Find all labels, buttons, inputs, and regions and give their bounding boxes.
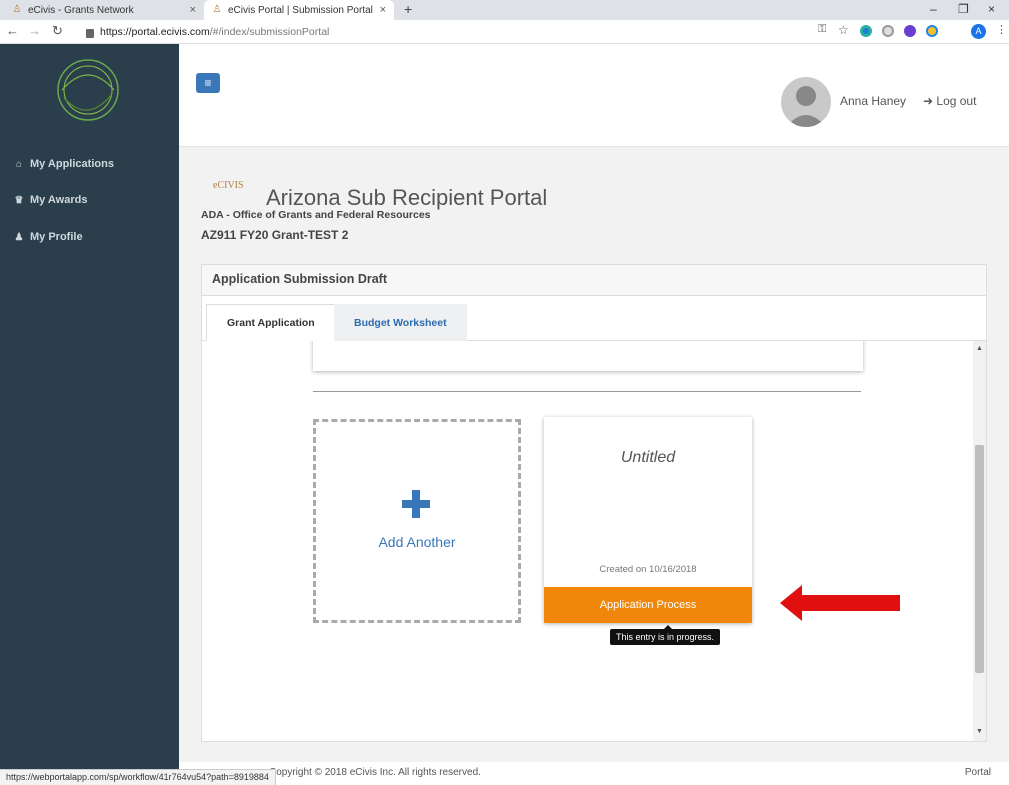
bookmark-star-icon[interactable]: ☆ — [838, 23, 849, 37]
browser-status-url: https://webportalapp.com/sp/workflow/41r… — [0, 769, 276, 785]
sidebar-item-my-profile[interactable]: ♟ My Profile — [14, 229, 83, 245]
top-bar: ≡ Anna Haney ➜ Log out — [179, 44, 1009, 146]
browser-tab-bar: ♙ eCivis - Grants Network × ♙ eCivis Por… — [0, 0, 1009, 20]
logout-link[interactable]: ➜ Log out — [923, 94, 976, 108]
extension-icon[interactable] — [904, 25, 916, 37]
organization-name: ADA - Office of Grants and Federal Resou… — [201, 209, 431, 221]
forward-arrow-icon[interactable]: → — [28, 23, 41, 38]
browser-tab-submission-portal[interactable]: ♙ eCivis Portal | Submission Portal × — [204, 0, 394, 20]
ecivis-logo-icon — [57, 59, 119, 121]
sidebar: ⌂ My Applications ♛ My Awards ♟ My Profi… — [0, 44, 179, 785]
hamburger-icon: ≡ — [204, 76, 212, 90]
key-icon[interactable]: ⚿ — [818, 23, 826, 36]
copyright-text: Copyright © 2018 eCivis Inc. All rights … — [269, 767, 481, 778]
url-path: /#/index/submissionPortal — [209, 26, 330, 38]
user-icon: ♟ — [14, 231, 24, 243]
window-close-icon[interactable]: × — [988, 2, 995, 16]
scroll-area: Add Another Untitled Created on 10/16/20… — [202, 341, 986, 741]
footer-portal-text: Portal — [964, 767, 991, 778]
add-another-label: Add Another — [378, 534, 456, 550]
logout-icon: ➜ — [923, 94, 937, 108]
user-name: Anna Haney — [840, 94, 907, 108]
tab-close-icon[interactable]: × — [380, 4, 386, 16]
submission-panel: Application Submission Draft Grant Appli… — [201, 264, 987, 742]
url-field[interactable]: https://portal.ecivis.com/#/index/submis… — [86, 22, 836, 42]
footer: Copyright © 2018 eCivis Inc. All rights … — [179, 762, 1009, 785]
tab-budget-worksheet[interactable]: Budget Worksheet — [334, 304, 467, 341]
back-arrow-icon[interactable]: ← — [6, 23, 19, 38]
application-process-button[interactable]: Application Process — [544, 587, 752, 623]
tab-close-icon[interactable]: × — [190, 4, 196, 16]
home-icon: ⌂ — [15, 158, 23, 170]
divider — [313, 391, 861, 392]
extension-icon[interactable] — [926, 25, 938, 37]
profile-avatar[interactable]: A — [971, 24, 986, 39]
extension-icon[interactable] — [860, 25, 872, 37]
sidebar-item-label: My Applications — [30, 158, 114, 170]
new-tab-button[interactable]: + — [404, 1, 412, 17]
page-title: Arizona Sub Recipient Portal — [266, 185, 548, 210]
previous-card — [313, 341, 863, 371]
url-host: https://portal.ecivis.com — [100, 26, 210, 38]
maximize-icon[interactable]: ❐ — [958, 2, 969, 16]
extension-icon[interactable] — [882, 25, 894, 37]
scroll-down-icon[interactable]: ▼ — [976, 728, 983, 735]
menu-toggle-button[interactable]: ≡ — [196, 73, 220, 93]
entry-created-date: Created on 10/16/2018 — [599, 564, 697, 575]
browser-menu-icon[interactable]: ⋮ — [996, 23, 1007, 36]
scrollbar-thumb[interactable] — [975, 445, 984, 673]
add-another-card[interactable]: Add Another — [313, 419, 521, 623]
entry-title: Untitled — [620, 449, 676, 466]
user-silhouette-icon — [786, 86, 826, 127]
tab-grant-application[interactable]: Grant Application — [206, 304, 336, 341]
ecivis-favicon-icon: ♙ — [212, 4, 222, 15]
tab-title: eCivis Portal | Submission Portal — [228, 4, 373, 16]
minimize-icon[interactable]: – — [930, 2, 937, 16]
plus-icon — [402, 490, 430, 518]
sidebar-item-label: My Profile — [30, 231, 83, 243]
entry-card[interactable]: Untitled Created on 10/16/2018 Applicati… — [544, 417, 752, 623]
vertical-scrollbar[interactable]: ▲ ▼ — [973, 341, 986, 741]
browser-address-bar: ← → ↻ https://portal.ecivis.com/#/index/… — [0, 20, 1009, 44]
lock-icon — [86, 28, 94, 38]
reload-icon[interactable]: ↻ — [52, 23, 63, 39]
panel-heading: Application Submission Draft — [202, 265, 986, 296]
status-tooltip: This entry is in progress. — [610, 625, 721, 645]
grant-name: AZ911 FY20 Grant-TEST 2 — [201, 228, 349, 242]
scroll-up-icon[interactable]: ▲ — [976, 345, 983, 352]
sidebar-item-my-awards[interactable]: ♛ My Awards — [14, 192, 88, 208]
tab-title: eCivis - Grants Network — [28, 4, 134, 16]
sidebar-item-my-applications[interactable]: ⌂ My Applications — [14, 156, 114, 172]
user-avatar[interactable] — [781, 77, 831, 127]
red-arrow-annotation-icon — [780, 585, 900, 621]
main-content: eCIVIS Arizona Sub Recipient Portal ADA … — [179, 146, 1009, 762]
sidebar-item-label: My Awards — [30, 194, 88, 206]
panel-tabs: Grant Application Budget Worksheet — [202, 296, 986, 341]
ecivis-favicon-icon: ♙ — [12, 4, 22, 15]
browser-tab-grants-network[interactable]: ♙ eCivis - Grants Network × — [4, 0, 204, 20]
logout-label: Log out — [936, 94, 977, 108]
trophy-icon: ♛ — [14, 194, 24, 206]
portal-logo: eCIVIS — [213, 180, 244, 191]
